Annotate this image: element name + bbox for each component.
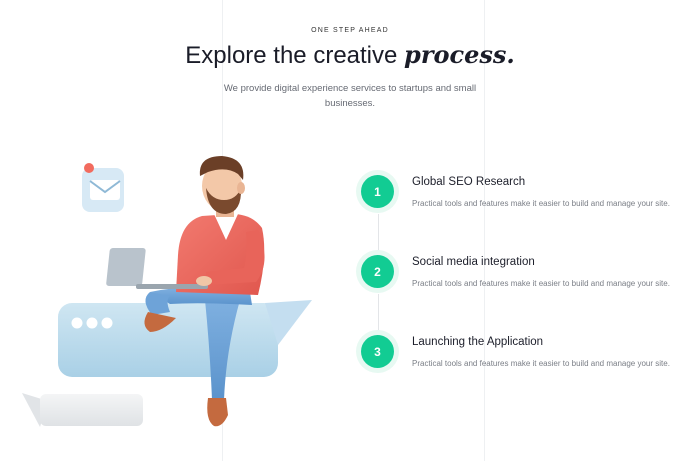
step-description: Practical tools and features make it eas… [412,359,670,368]
mail-icon [82,163,124,212]
step-number-badge: 2 [361,255,394,288]
chat-bubble-icon [22,393,143,427]
section-eyebrow: ONE STEP AHEAD [311,27,389,34]
step-description: Practical tools and features make it eas… [412,279,670,288]
step-title: Social media integration [412,256,535,268]
step-title: Launching the Application [412,336,544,348]
large-chat-bubble [58,300,312,377]
person-laptop-illustration [22,156,312,427]
section-subtitle: We provide digital experience services t… [223,83,477,109]
step-title: Global SEO Research [412,176,526,188]
steps-connector-1 [378,214,379,254]
section-title: Explore the creative process. [0,40,700,70]
step-description: Practical tools and features make it eas… [412,199,670,208]
section-title-emphasis: process. [404,40,515,69]
person-figure [106,156,265,427]
step-number-badge: 3 [361,335,394,368]
step-number-badge: 1 [361,175,394,208]
section-title-plain: Explore the creative [185,42,405,69]
steps-connector-2 [378,294,379,334]
